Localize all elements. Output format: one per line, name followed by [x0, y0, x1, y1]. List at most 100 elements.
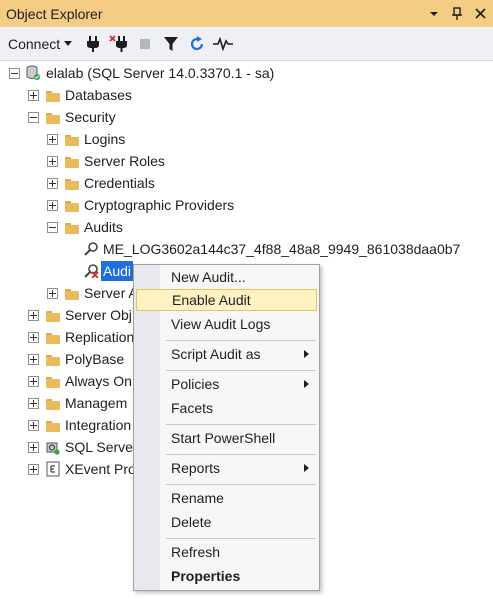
menu-item-label: Script Audit as: [171, 346, 261, 362]
menu-item-label: Facets: [171, 400, 214, 416]
menu-item-label: Policies: [171, 376, 220, 392]
expand-sql-agent-toggle[interactable]: [28, 442, 39, 453]
folder-icon: [65, 201, 79, 212]
menu-item-label: Delete: [171, 514, 212, 530]
folder-icon: [65, 135, 79, 146]
window-controls: [427, 0, 487, 27]
collapse-security-toggle[interactable]: [28, 112, 39, 123]
server-node[interactable]: elalab (SQL Server 14.0.3370.1 - sa): [46, 63, 274, 83]
menu-item-label: Enable Audit: [172, 292, 251, 308]
expand-server-objects-toggle[interactable]: [28, 310, 39, 321]
menu-item-facets[interactable]: Facets: [136, 397, 317, 419]
folder-icon: [46, 113, 60, 124]
expand-credentials-toggle[interactable]: [47, 178, 58, 189]
submenu-arrow-icon: [304, 350, 309, 358]
connect-label: Connect: [8, 35, 61, 52]
menu-item-new-audit[interactable]: New Audit...: [136, 266, 317, 288]
audit-context-menu: New Audit... Enable Audit View Audit Log…: [133, 264, 320, 591]
menu-separator: [166, 370, 316, 371]
expand-always-on-toggle[interactable]: [28, 376, 39, 387]
menu-item-label: View Audit Logs: [171, 316, 271, 332]
refresh-icon[interactable]: [186, 33, 208, 55]
menu-item-label: Properties: [171, 568, 241, 584]
tree-item-audit-selected[interactable]: Audi: [101, 261, 134, 281]
xevent-profiler-icon: [46, 461, 60, 477]
activity-monitor-icon[interactable]: [212, 33, 234, 55]
expand-xevent-toggle[interactable]: [28, 464, 39, 475]
close-icon[interactable]: [473, 7, 487, 21]
tree-item-logins[interactable]: Logins: [84, 129, 125, 149]
menu-item-enable-audit[interactable]: Enable Audit: [136, 289, 317, 311]
folder-icon: [46, 399, 60, 410]
tree-item-management[interactable]: Managem: [65, 393, 127, 413]
menu-separator: [166, 538, 316, 539]
tree-item-audit-me-log[interactable]: ME_LOG3602a144c37_4f88_48a8_9949_861038d…: [103, 239, 460, 259]
expand-logins-toggle[interactable]: [47, 134, 58, 145]
menu-item-label: Reports: [171, 460, 221, 476]
folder-icon: [46, 333, 60, 344]
connect-object-explorer-icon[interactable]: [82, 33, 104, 55]
expand-server-audit-specs-toggle[interactable]: [47, 288, 58, 299]
menu-item-view-audit-logs[interactable]: View Audit Logs: [136, 313, 317, 335]
menu-item-delete[interactable]: Delete: [136, 511, 317, 533]
pin-icon[interactable]: [450, 6, 464, 21]
menu-item-policies[interactable]: Policies: [136, 373, 317, 395]
tree-item-server-roles[interactable]: Server Roles: [84, 151, 165, 171]
folder-icon: [65, 157, 79, 168]
tree-item-replication[interactable]: Replication: [65, 327, 134, 347]
filter-icon[interactable]: [160, 33, 182, 55]
tree-item-xevent-profiler[interactable]: XEvent Pro: [65, 459, 136, 479]
menu-item-refresh[interactable]: Refresh: [136, 541, 317, 563]
folder-icon: [46, 355, 60, 366]
tree-item-server-objects[interactable]: Server Obj: [65, 305, 132, 325]
menu-separator: [166, 340, 316, 341]
submenu-arrow-icon: [304, 380, 309, 388]
tree-item-server-audit-specifications[interactable]: Server A: [84, 283, 138, 303]
chevron-down-icon: [64, 40, 73, 46]
menu-separator: [166, 424, 316, 425]
submenu-arrow-icon: [304, 464, 309, 472]
expand-polybase-toggle[interactable]: [28, 354, 39, 365]
menu-separator: [166, 484, 316, 485]
tree-item-credentials[interactable]: Credentials: [84, 173, 155, 193]
audit-icon: [84, 242, 98, 256]
object-explorer-title-bar: Object Explorer: [0, 0, 493, 27]
folder-icon: [46, 311, 60, 322]
menu-item-start-powershell[interactable]: Start PowerShell: [136, 427, 317, 449]
folder-icon: [46, 421, 60, 432]
connect-dropdown-button[interactable]: Connect: [8, 35, 73, 52]
panel-title: Object Explorer: [6, 5, 103, 22]
menu-item-properties[interactable]: Properties: [136, 565, 317, 587]
expand-databases-toggle[interactable]: [28, 90, 39, 101]
expand-server-roles-toggle[interactable]: [47, 156, 58, 167]
server-icon: [26, 65, 40, 80]
menu-item-rename[interactable]: Rename: [136, 487, 317, 509]
folder-icon: [65, 289, 79, 300]
expand-integration-toggle[interactable]: [28, 420, 39, 431]
tree-item-polybase[interactable]: PolyBase: [65, 349, 124, 369]
expand-management-toggle[interactable]: [28, 398, 39, 409]
expand-replication-toggle[interactable]: [28, 332, 39, 343]
menu-item-reports[interactable]: Reports: [136, 457, 317, 479]
stop-icon[interactable]: [134, 33, 156, 55]
collapse-server-toggle[interactable]: [9, 68, 20, 79]
collapse-audits-toggle[interactable]: [47, 222, 58, 233]
dropdown-icon[interactable]: [427, 7, 441, 21]
disconnect-icon[interactable]: [108, 33, 130, 55]
tree-item-databases[interactable]: Databases: [65, 85, 132, 105]
tree-item-cryptographic-providers[interactable]: Cryptographic Providers: [84, 195, 234, 215]
menu-separator: [166, 454, 316, 455]
menu-item-label: Start PowerShell: [171, 430, 276, 446]
tree-item-security[interactable]: Security: [65, 107, 116, 127]
tree-item-audits[interactable]: Audits: [84, 217, 123, 237]
menu-item-label: New Audit...: [171, 269, 246, 285]
tree-item-always-on[interactable]: Always On: [65, 371, 132, 391]
audit-disabled-icon: [84, 264, 99, 278]
menu-item-label: Refresh: [171, 544, 221, 560]
menu-item-label: Rename: [171, 490, 224, 506]
tree-item-integration-services[interactable]: Integration: [65, 415, 131, 435]
menu-item-script-audit-as[interactable]: Script Audit as: [136, 343, 317, 365]
expand-crypto-providers-toggle[interactable]: [47, 200, 58, 211]
folder-icon: [65, 223, 79, 234]
tree-item-sql-server-agent[interactable]: SQL Server: [65, 437, 138, 457]
